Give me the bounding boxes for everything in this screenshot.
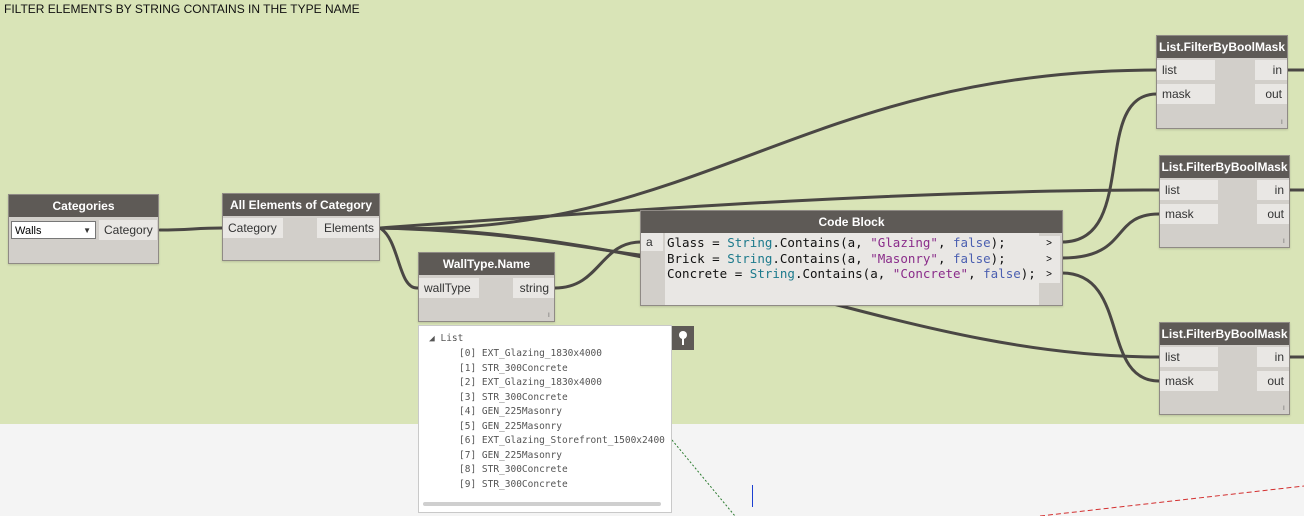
node-tick: ı bbox=[547, 310, 550, 319]
category-dropdown[interactable]: Walls ▼ bbox=[11, 221, 96, 239]
node-tick: ı bbox=[1282, 236, 1285, 245]
filter3-list-port[interactable]: list bbox=[1160, 347, 1218, 367]
code-block-input-a[interactable]: a bbox=[641, 233, 663, 251]
code-line-brick: Brick = String.Contains(a, "Masonry", fa… bbox=[667, 250, 1006, 266]
walltype-output-port[interactable]: string bbox=[513, 278, 554, 298]
categories-node-title[interactable]: Categories bbox=[9, 195, 158, 217]
filter2-out-port[interactable]: out bbox=[1257, 204, 1289, 224]
preview-item: [6] EXT_Glazing_Storefront_1500x2400 bbox=[459, 435, 665, 446]
filter1-mask-port[interactable]: mask bbox=[1157, 84, 1215, 104]
all-elements-output-port[interactable]: Elements bbox=[317, 218, 379, 238]
filter3-title[interactable]: List.FilterByBoolMask bbox=[1160, 323, 1289, 345]
code-block-title[interactable]: Code Block bbox=[641, 211, 1062, 233]
preview-item: [4] GEN_225Masonry bbox=[459, 406, 562, 417]
filter2-in-port[interactable]: in bbox=[1257, 180, 1289, 200]
code-block-node[interactable]: Code Block a Glass = String.Contains(a, … bbox=[640, 210, 1063, 306]
preview-item: [0] EXT_Glazing_1830x4000 bbox=[459, 348, 602, 359]
categories-output-port[interactable]: Category bbox=[99, 220, 157, 240]
filter3-out-port[interactable]: out bbox=[1257, 371, 1289, 391]
horizontal-scrollbar[interactable] bbox=[423, 502, 661, 506]
filter-by-bool-mask-node-2[interactable]: List.FilterByBoolMask list mask in out ı bbox=[1159, 155, 1290, 248]
code-output-brick[interactable]: > bbox=[1038, 251, 1060, 267]
walltype-name-node[interactable]: WallType.Name wallType string ı bbox=[418, 252, 555, 322]
code-output-glass[interactable]: > bbox=[1038, 236, 1060, 252]
walltype-preview-bubble[interactable]: ◢ List [0] EXT_Glazing_1830x4000 [1] STR… bbox=[418, 325, 672, 513]
filter-by-bool-mask-node-1[interactable]: List.FilterByBoolMask list mask in out ı bbox=[1156, 35, 1288, 129]
preview-item: [2] EXT_Glazing_1830x4000 bbox=[459, 377, 602, 388]
filter3-mask-port[interactable]: mask bbox=[1160, 371, 1218, 391]
walltype-input-port[interactable]: wallType bbox=[419, 278, 479, 298]
preview-item: [3] STR_300Concrete bbox=[459, 391, 568, 403]
category-dropdown-value: Walls bbox=[15, 225, 42, 237]
preview-item: [7] GEN_225Masonry bbox=[459, 449, 562, 461]
preview-item: [1] STR_300Concrete bbox=[459, 362, 568, 374]
walltype-name-node-title[interactable]: WallType.Name bbox=[419, 253, 554, 275]
node-tick: ı bbox=[1282, 403, 1285, 412]
filter-by-bool-mask-node-3[interactable]: List.FilterByBoolMask list mask in out ı bbox=[1159, 322, 1290, 415]
categories-node[interactable]: Categories Walls ▼ Category bbox=[8, 194, 159, 264]
code-line-concrete: Concrete = String.Contains(a, "Concrete"… bbox=[667, 266, 1036, 281]
all-elements-node-title[interactable]: All Elements of Category bbox=[223, 194, 379, 216]
chevron-down-icon: ▼ bbox=[83, 226, 91, 235]
preview-item: [5] GEN_225Masonry bbox=[459, 420, 562, 432]
node-tick: ı bbox=[1280, 117, 1283, 126]
group-title[interactable]: FILTER ELEMENTS BY STRING CONTAINS IN TH… bbox=[4, 2, 360, 16]
code-editor[interactable]: Glass = String.Contains(a, "Glazing", fa… bbox=[665, 233, 1039, 305]
text-cursor bbox=[752, 485, 753, 507]
filter1-in-port[interactable]: in bbox=[1255, 60, 1287, 80]
filter1-title[interactable]: List.FilterByBoolMask bbox=[1157, 36, 1287, 58]
code-line-glass: Glass = String.Contains(a, "Glazing", fa… bbox=[667, 235, 1006, 250]
code-output-concrete[interactable]: > bbox=[1038, 267, 1060, 283]
preview-item: [8] STR_300Concrete bbox=[459, 464, 568, 475]
all-elements-node[interactable]: All Elements of Category Category Elemen… bbox=[222, 193, 380, 261]
all-elements-input-port[interactable]: Category bbox=[223, 218, 283, 238]
filter1-list-port[interactable]: list bbox=[1157, 60, 1215, 80]
preview-item: [9] STR_300Concrete bbox=[459, 478, 568, 490]
filter2-mask-port[interactable]: mask bbox=[1160, 204, 1218, 224]
pin-preview-icon[interactable] bbox=[672, 326, 694, 350]
filter2-list-port[interactable]: list bbox=[1160, 180, 1218, 200]
filter2-title[interactable]: List.FilterByBoolMask bbox=[1160, 156, 1289, 178]
collapse-triangle-icon[interactable]: ◢ bbox=[429, 333, 435, 344]
preview-list-root[interactable]: ◢ List bbox=[429, 333, 463, 344]
code-block-output-ports: > > > bbox=[1038, 233, 1060, 283]
filter1-out-port[interactable]: out bbox=[1255, 84, 1287, 104]
filter3-in-port[interactable]: in bbox=[1257, 347, 1289, 367]
